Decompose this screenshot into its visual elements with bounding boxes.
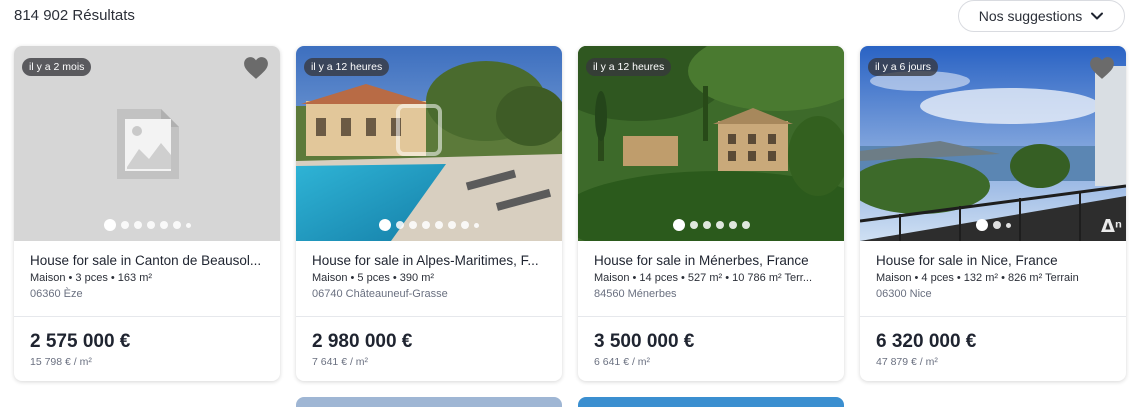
pagination-dot[interactable] — [975, 219, 988, 231]
pagination-dot[interactable] — [741, 221, 750, 229]
listing-age-badge: il y a 12 heures — [586, 58, 672, 76]
pagination-dot[interactable] — [474, 222, 479, 228]
pagination-dot[interactable] — [461, 221, 469, 229]
listing-title[interactable]: House for sale in Nice, France — [876, 253, 1110, 268]
listing-photo[interactable]: il y a 2 mois — [14, 46, 280, 241]
listing-price: 6 320 000 € — [876, 331, 977, 352]
results-toolbar: 814 902 Résultats Nos suggestions — [0, 0, 1140, 40]
listing-age-badge: il y a 12 heures — [304, 58, 390, 76]
photo-pagination[interactable] — [578, 219, 844, 231]
listing-price-block: 6 320 000 € 47 879 € / m² — [860, 317, 1126, 368]
listing-photo[interactable]: il y a 12 heures — [578, 46, 844, 241]
listing-details: Maison • 5 pces • 390 m² — [312, 272, 435, 284]
pagination-dot[interactable] — [103, 219, 116, 231]
photo-pagination[interactable] — [296, 219, 562, 231]
listing-price-per-m2: 15 798 € / m² — [30, 356, 92, 368]
listing-info: House for sale in Canton de Beausol... M… — [14, 241, 280, 317]
listing-details: Maison • 14 pces • 527 m² • 10 786 m² Te… — [594, 272, 813, 284]
listing-age-badge: il y a 6 jours — [868, 58, 939, 76]
sort-label: Nos suggestions — [978, 8, 1083, 24]
pagination-dot[interactable] — [133, 221, 142, 229]
listing-location: 06360 Èze — [30, 288, 83, 300]
listing-info: House for sale in Ménerbes, France Maiso… — [578, 241, 844, 317]
photo-pagination[interactable] — [860, 219, 1126, 231]
pagination-dot[interactable] — [146, 221, 155, 229]
pagination-dot[interactable] — [672, 219, 685, 231]
listing-price: 2 575 000 € — [30, 331, 131, 352]
pagination-dot[interactable] — [396, 221, 404, 229]
listing-price: 3 500 000 € — [594, 331, 695, 352]
listing-card[interactable]: il y a 6 jours ᐃⁿ House for sale in Nice… — [860, 46, 1126, 381]
heart-icon — [244, 57, 268, 79]
pagination-dot[interactable] — [715, 221, 724, 229]
chevron-down-icon — [1091, 12, 1104, 20]
listing-info: House for sale in Nice, France Maison • … — [860, 241, 1126, 317]
next-listing-card-preview — [296, 397, 562, 407]
listing-card[interactable]: il y a 12 heures House for sale in Alpes… — [296, 46, 562, 381]
heart-icon — [1090, 57, 1114, 79]
pagination-dot[interactable] — [702, 221, 711, 229]
pagination-dot[interactable] — [185, 222, 191, 228]
pagination-dot[interactable] — [120, 221, 129, 229]
listing-price-per-m2: 47 879 € / m² — [876, 356, 938, 368]
listing-price-block: 3 500 000 € 6 641 € / m² — [578, 317, 844, 368]
pagination-dot[interactable] — [435, 221, 443, 229]
pagination-dot[interactable] — [689, 221, 698, 229]
listing-price-per-m2: 7 641 € / m² — [312, 356, 369, 368]
pagination-dot[interactable] — [172, 221, 181, 229]
listing-info: House for sale in Alpes-Maritimes, F... … — [296, 241, 562, 317]
listing-title[interactable]: House for sale in Ménerbes, France — [594, 253, 828, 268]
listing-title[interactable]: House for sale in Alpes-Maritimes, F... — [312, 253, 546, 268]
next-listing-card-preview — [578, 397, 844, 407]
listing-price: 2 980 000 € — [312, 331, 413, 352]
pagination-dot[interactable] — [422, 221, 430, 229]
listing-photo[interactable]: il y a 6 jours ᐃⁿ — [860, 46, 1126, 241]
pagination-dot[interactable] — [159, 221, 168, 229]
pagination-dot[interactable] — [448, 221, 456, 229]
results-count: 814 902 Résultats — [14, 7, 135, 24]
pagination-dot[interactable] — [1005, 222, 1011, 228]
listing-price-block: 2 575 000 € 15 798 € / m² — [14, 317, 280, 368]
listing-card[interactable]: il y a 2 mois House for sale in Canton d… — [14, 46, 280, 381]
listing-card[interactable]: il y a 12 heures House for sale in Méner… — [578, 46, 844, 381]
listing-age-badge: il y a 2 mois — [22, 58, 92, 76]
photo-pagination[interactable] — [14, 219, 280, 231]
pagination-dot[interactable] — [379, 219, 391, 231]
listing-location: 06300 Nice — [876, 288, 932, 300]
listing-price-block: 2 980 000 € 7 641 € / m² — [296, 317, 562, 368]
listing-title[interactable]: House for sale in Canton de Beausol... — [30, 253, 264, 268]
sort-dropdown[interactable]: Nos suggestions — [958, 0, 1125, 32]
pagination-dot[interactable] — [992, 221, 1001, 229]
pagination-dot[interactable] — [409, 221, 417, 229]
listing-details: Maison • 3 pces • 163 m² — [30, 272, 153, 284]
listing-location: 06740 Châteauneuf-Grasse — [312, 288, 448, 300]
pagination-dot[interactable] — [728, 221, 737, 229]
favorite-button[interactable] — [1088, 54, 1116, 82]
listing-price-per-m2: 6 641 € / m² — [594, 356, 651, 368]
favorite-button[interactable] — [242, 54, 270, 82]
listing-photo[interactable]: il y a 12 heures — [296, 46, 562, 241]
listing-details: Maison • 4 pces • 132 m² • 826 m² Terrai… — [876, 272, 1079, 284]
listing-location: 84560 Ménerbes — [594, 288, 677, 300]
